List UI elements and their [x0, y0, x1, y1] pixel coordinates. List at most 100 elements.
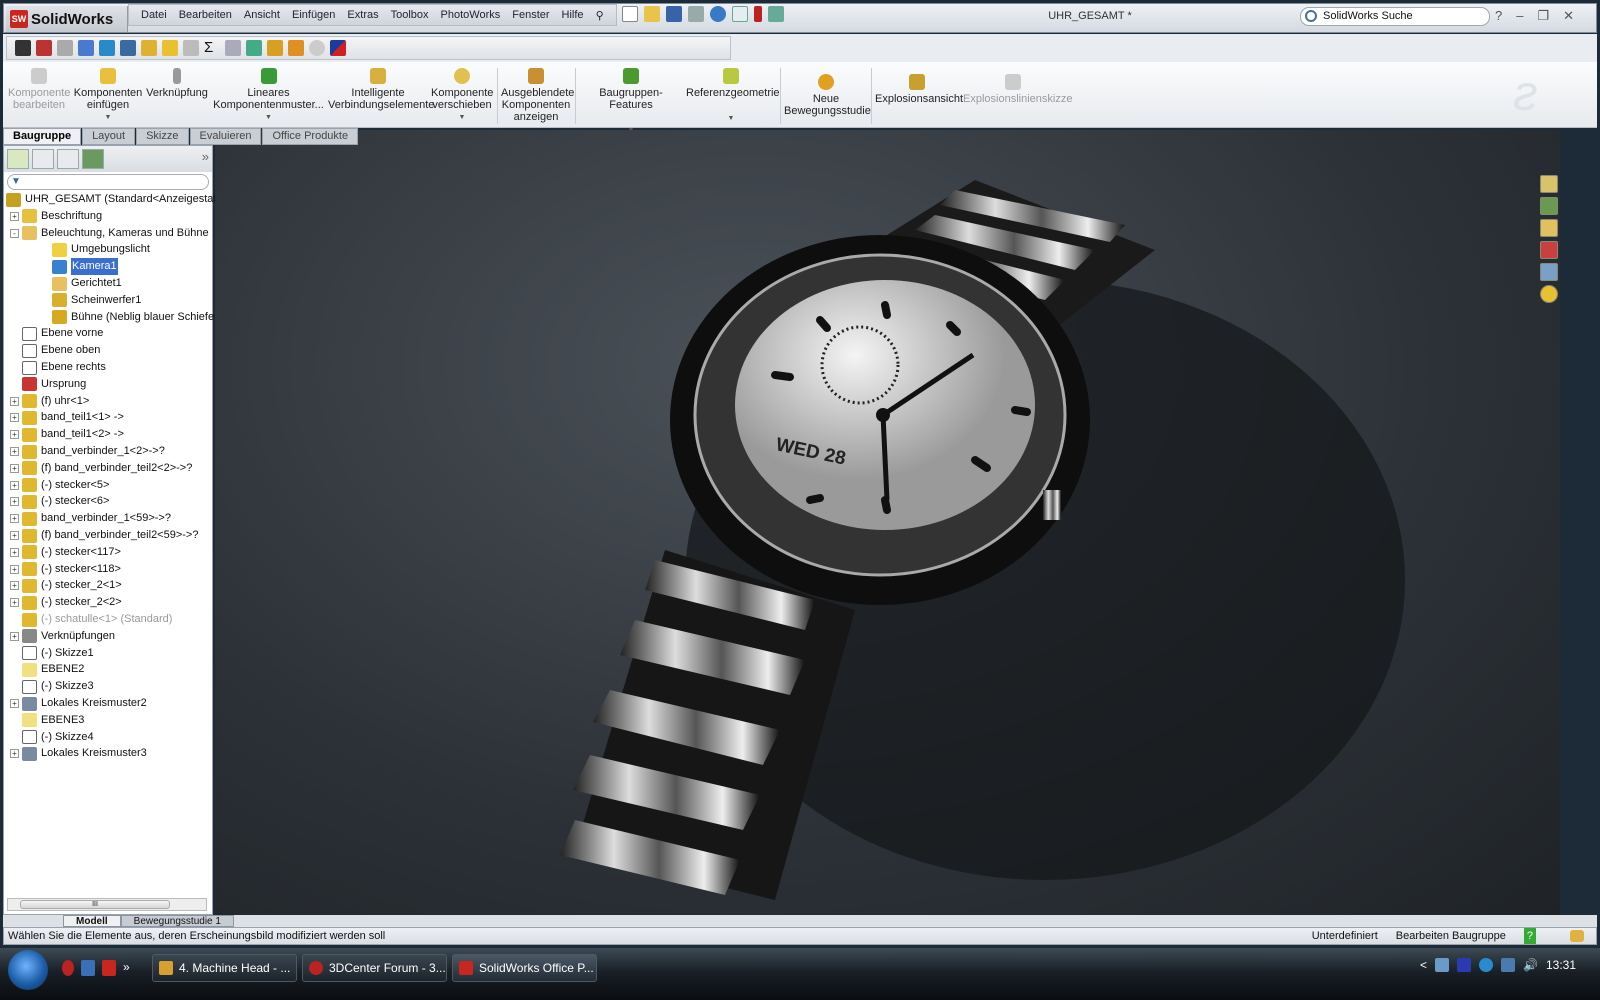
tray-app-icon[interactable]: [1435, 958, 1450, 972]
edit-component-button[interactable]: Komponente bearbeiten: [8, 68, 70, 111]
tree-item[interactable]: + band_teil1<2> ->: [10, 426, 124, 443]
expand-icon[interactable]: +: [10, 396, 19, 406]
dropdown-arrow-icon[interactable]: ▼: [73, 112, 143, 124]
check-icon[interactable]: [162, 40, 178, 56]
tab-layout[interactable]: Layout: [82, 128, 136, 145]
section-icon[interactable]: [141, 40, 157, 56]
menu-hilfe[interactable]: Hilfe: [556, 9, 590, 21]
insert-components-button[interactable]: Komponenten einfügen ▼: [73, 68, 143, 124]
view-palette-icon[interactable]: [1540, 263, 1558, 281]
dropdown-arrow-icon[interactable]: ▼: [211, 112, 326, 124]
menu-datei[interactable]: Datei: [135, 9, 173, 21]
tree-item[interactable]: Ebene vorne: [10, 325, 103, 342]
dropdown-arrow-icon[interactable]: ▼: [686, 113, 776, 125]
collapse-icon[interactable]: -: [10, 228, 19, 238]
solidworks-launch-icon[interactable]: [102, 960, 116, 976]
tree-item[interactable]: + (-) stecker<117>: [10, 544, 121, 561]
print-icon[interactable]: [57, 40, 73, 56]
new-motion-study-button[interactable]: Neue Bewegungsstudie: [784, 74, 871, 117]
tab-bewegungsstudie[interactable]: Bewegungsstudie 1: [120, 915, 234, 927]
design-library-icon[interactable]: [1540, 197, 1558, 215]
spellcheck-icon[interactable]: [78, 40, 94, 56]
disabled-icon[interactable]: [309, 40, 325, 56]
show-hidden-components-button[interactable]: Ausgeblendete Komponenten anzeigen: [501, 68, 574, 123]
tree-item[interactable]: + (f) band_verbinder_teil2<2>->?: [10, 460, 192, 477]
photoworks-icon[interactable]: [288, 40, 304, 56]
menu-toolbox[interactable]: Toolbox: [385, 9, 435, 21]
menu-bearbeiten[interactable]: Bearbeiten: [173, 9, 238, 21]
display-manager-tab-icon[interactable]: [82, 149, 104, 169]
tree-item[interactable]: + (-) stecker_2<1>: [10, 577, 122, 594]
solidworks-logo[interactable]: SW SolidWorks: [6, 6, 128, 32]
tree-filter-input[interactable]: ▼: [7, 174, 209, 190]
tree-item[interactable]: (-) Skizze4: [10, 729, 94, 746]
interference-icon[interactable]: [183, 40, 199, 56]
tree-item[interactable]: Ursprung: [10, 376, 86, 393]
tree-item[interactable]: + Verknüpfungen: [10, 628, 115, 645]
taskbar-item-machine-head[interactable]: 4. Machine Head - ...: [152, 954, 297, 982]
tree-item[interactable]: + (f) band_verbinder_teil2<59>->?: [10, 527, 198, 544]
tree-item[interactable]: + band_verbinder_1<2>->?: [10, 443, 165, 460]
tree-item[interactable]: + band_teil1<1> ->: [10, 409, 124, 426]
tree-item[interactable]: + (-) stecker_2<2>: [10, 594, 122, 611]
search-results-icon[interactable]: [1540, 241, 1558, 259]
expand-icon[interactable]: +: [10, 531, 19, 540]
explode-line-sketch-button[interactable]: Explosionslinienskizze: [963, 74, 1072, 105]
menu-einfuegen[interactable]: Einfügen: [286, 9, 341, 21]
tag-icon[interactable]: [1570, 930, 1584, 942]
taskbar-item-3dcenter[interactable]: 3DCenter Forum - 3...: [302, 954, 447, 982]
restore-button[interactable]: ❐: [1537, 8, 1549, 24]
appearances-icon[interactable]: [1540, 285, 1558, 303]
media-icon[interactable]: [1479, 958, 1494, 972]
taskbar-item-solidworks[interactable]: SolidWorks Office P...: [452, 954, 597, 982]
expand-icon[interactable]: +: [10, 480, 19, 490]
help-icon[interactable]: ?: [1495, 8, 1502, 24]
home-icon[interactable]: [1540, 175, 1558, 193]
mass-properties-icon[interactable]: [120, 40, 136, 56]
network-icon[interactable]: [1501, 958, 1516, 972]
property-manager-tab-icon[interactable]: [32, 149, 54, 169]
opera-icon[interactable]: [62, 960, 74, 976]
tree-item[interactable]: Bühne (Neblig blauer Schiefer): [40, 309, 221, 326]
tree-item[interactable]: + (-) stecker<5>: [10, 477, 109, 494]
reference-geometry-button[interactable]: Referenzgeometrie ▼: [686, 68, 780, 125]
language-icon[interactable]: [1457, 958, 1472, 972]
graphics-viewport[interactable]: WED 28: [215, 130, 1560, 915]
search-input[interactable]: SolidWorks Suche: [1300, 7, 1490, 26]
show-desktop-icon[interactable]: [81, 960, 95, 976]
start-button[interactable]: [8, 950, 48, 990]
tree-item[interactable]: + Beschriftung: [10, 208, 102, 225]
tree-item[interactable]: (-) Skizze1: [10, 645, 94, 662]
expand-icon[interactable]: +: [10, 699, 19, 708]
expand-chevron-icon[interactable]: »: [202, 149, 209, 169]
configuration-manager-tab-icon[interactable]: [57, 149, 79, 169]
tab-evaluieren[interactable]: Evaluieren: [189, 128, 262, 145]
scroll-thumb[interactable]: III: [20, 900, 170, 909]
expand-icon[interactable]: +: [10, 631, 19, 641]
expand-icon[interactable]: +: [10, 564, 19, 574]
tree-item[interactable]: + Lokales Kreismuster3: [10, 745, 147, 762]
new-document-icon[interactable]: [622, 6, 638, 22]
move-component-button[interactable]: Komponente verschieben ▼: [431, 68, 493, 124]
menu-extras[interactable]: Extras: [341, 9, 384, 21]
volume-icon[interactable]: 🔊: [1523, 958, 1538, 972]
tab-baugruppe[interactable]: Baugruppe: [3, 128, 82, 145]
tree-item[interactable]: UHR_GESAMT (Standard<Anzeigestat: [6, 191, 216, 208]
tab-office-produkte[interactable]: Office Produkte: [262, 128, 359, 145]
exploded-view-button[interactable]: Explosionsansicht: [875, 74, 963, 105]
menu-fenster[interactable]: Fenster: [506, 9, 555, 21]
tray-expand-icon[interactable]: <: [1420, 958, 1427, 972]
file-explorer-icon[interactable]: [1540, 219, 1558, 237]
clearance-icon[interactable]: [225, 40, 241, 56]
undo-icon[interactable]: [710, 6, 726, 22]
tree-item[interactable]: Umgebungslicht: [40, 241, 150, 258]
expand-icon[interactable]: +: [10, 211, 19, 221]
print-icon[interactable]: [688, 6, 704, 22]
tree-item[interactable]: + band_verbinder_1<59>->?: [10, 510, 171, 527]
tree-item[interactable]: EBENE2: [10, 661, 84, 678]
clock[interactable]: 13:31: [1546, 958, 1576, 972]
smart-fasteners-button[interactable]: Intelligente Verbindungselemente: [328, 68, 434, 111]
expand-icon[interactable]: +: [10, 514, 19, 524]
tree-item[interactable]: Ebene rechts: [10, 359, 106, 376]
quick-launch-overflow[interactable]: »: [123, 960, 130, 976]
